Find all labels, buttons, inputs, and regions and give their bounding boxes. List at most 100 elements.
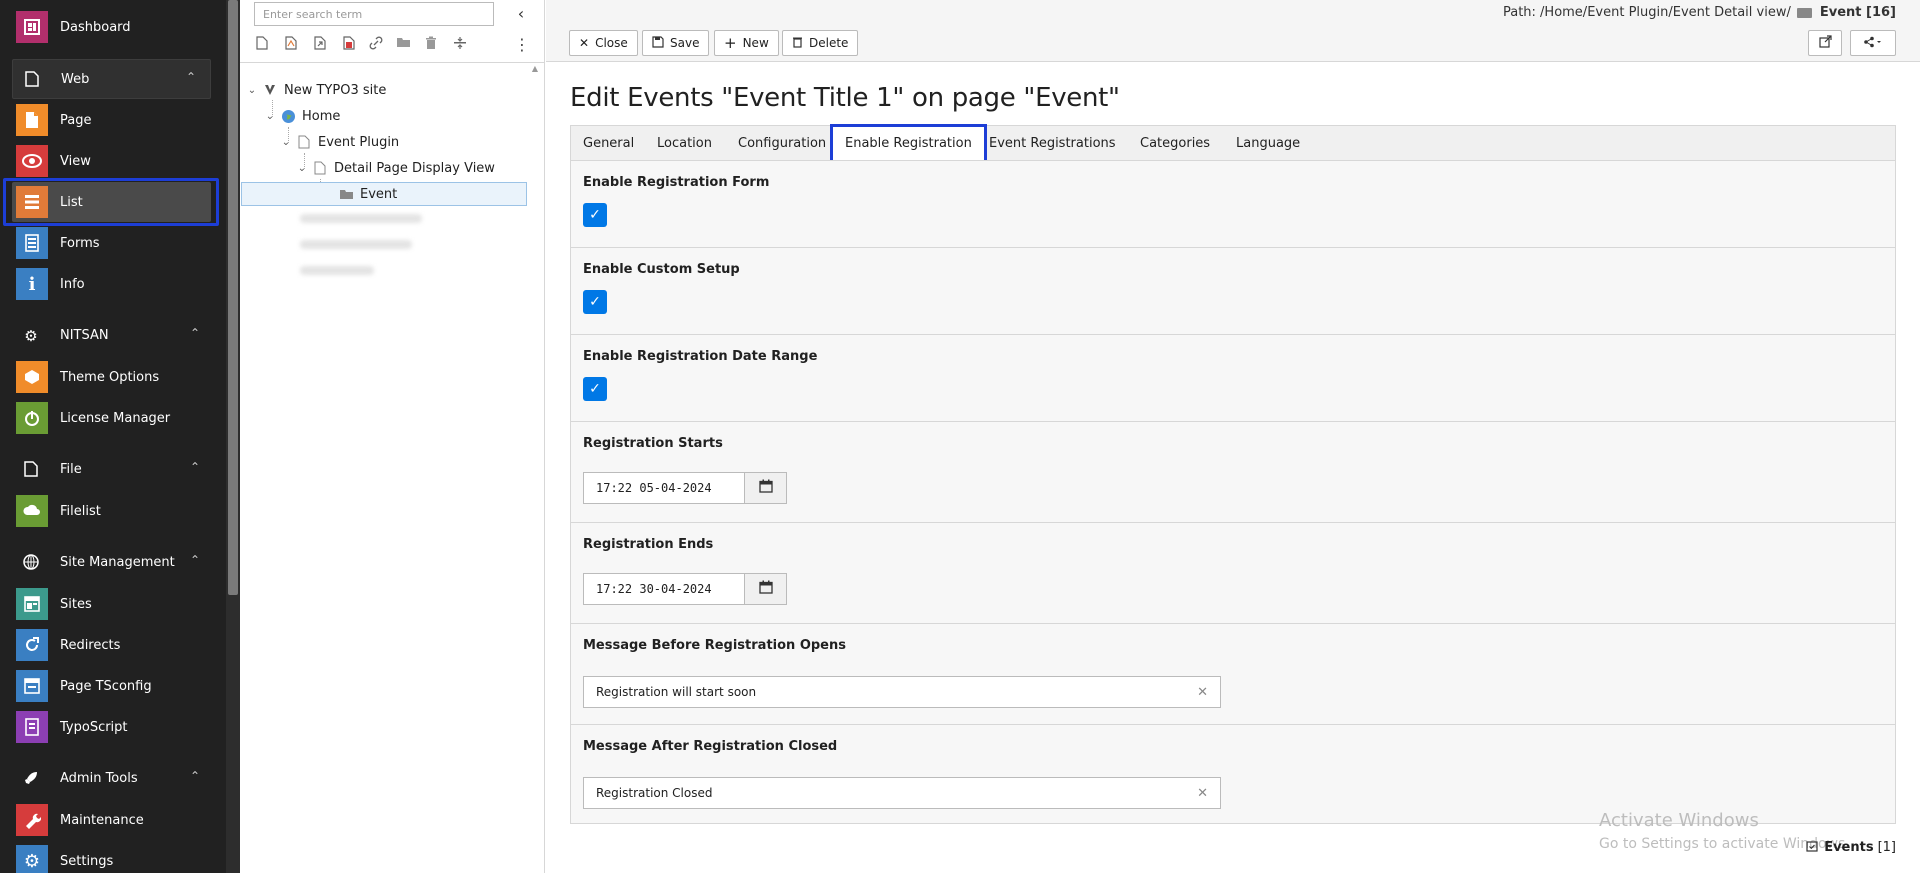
module-license-manager[interactable]: License Manager bbox=[0, 398, 226, 438]
module-forms[interactable]: Forms bbox=[0, 223, 226, 263]
divider-icon[interactable] bbox=[451, 36, 469, 54]
rocket-icon bbox=[22, 770, 40, 788]
registration-ends-datetime: 17:22 30-04-2024 bbox=[583, 573, 787, 605]
enable-registration-form-checkbox[interactable]: ✓ bbox=[583, 203, 607, 227]
registration-starts-input[interactable]: 17:22 05-04-2024 bbox=[583, 472, 745, 504]
module-info[interactable]: i Info bbox=[0, 264, 226, 304]
field-label: Enable Custom Setup bbox=[583, 262, 740, 277]
field-label: Registration Ends bbox=[583, 537, 714, 552]
chevron-down-icon[interactable]: ⌄ bbox=[246, 85, 258, 96]
chevron-up-icon: ⌃ bbox=[189, 553, 200, 567]
share-icon bbox=[1863, 36, 1883, 51]
module-typoscript[interactable]: TypoScript bbox=[0, 707, 226, 747]
module-label: Sites bbox=[60, 596, 92, 612]
chevron-up-icon: ⌃ bbox=[189, 769, 200, 783]
module-list[interactable]: List bbox=[12, 182, 211, 222]
share-button[interactable] bbox=[1850, 30, 1896, 56]
delete-button[interactable]: Delete bbox=[782, 30, 859, 56]
new-page-inside-icon[interactable] bbox=[282, 36, 300, 54]
module-theme-options[interactable]: Theme Options bbox=[0, 357, 226, 397]
close-button[interactable]: ✕ Close bbox=[569, 30, 638, 56]
new-button[interactable]: + New bbox=[714, 30, 779, 56]
check-icon: ✓ bbox=[589, 381, 601, 397]
save-button[interactable]: Save bbox=[642, 30, 710, 56]
tab-location[interactable]: Location bbox=[645, 126, 724, 162]
module-page[interactable]: Page bbox=[0, 100, 226, 140]
module-label: Page TSconfig bbox=[60, 678, 152, 694]
module-view[interactable]: View bbox=[0, 141, 226, 181]
clear-icon[interactable]: ✕ bbox=[1197, 786, 1208, 801]
module-settings[interactable]: ⚙ Settings bbox=[0, 841, 226, 873]
folder-icon bbox=[1796, 7, 1812, 18]
module-maintenance[interactable]: Maintenance bbox=[0, 800, 226, 840]
trash-icon[interactable] bbox=[422, 36, 440, 54]
enable-custom-setup-checkbox[interactable]: ✓ bbox=[583, 290, 607, 314]
plus-icon: + bbox=[724, 34, 737, 52]
module-menu-scrollbar[interactable] bbox=[226, 0, 240, 873]
list-icon bbox=[16, 186, 48, 218]
module-page-tsconfig[interactable]: Page TSconfig bbox=[0, 666, 226, 706]
new-backend-page-icon[interactable] bbox=[340, 36, 358, 54]
group-file[interactable]: File ⌃ bbox=[0, 450, 226, 490]
wrench-icon bbox=[16, 804, 48, 836]
main-content: Edit Events "Event Title 1" on page "Eve… bbox=[546, 63, 1920, 873]
tree-node-label: Event bbox=[360, 186, 398, 202]
group-site-management[interactable]: Site Management ⌃ bbox=[0, 543, 226, 583]
group-label: Admin Tools bbox=[60, 771, 138, 786]
group-admin-tools[interactable]: Admin Tools ⌃ bbox=[0, 759, 226, 799]
tab-language[interactable]: Language bbox=[1224, 126, 1312, 162]
calendar-button[interactable] bbox=[745, 472, 787, 504]
tree-node-root[interactable]: ⌄ New TYPO3 site bbox=[246, 78, 387, 102]
tree-node-detail-page[interactable]: ⌄ Detail Page Display View bbox=[296, 156, 495, 180]
field-registration-starts: Registration Starts 17:22 05-04-2024 bbox=[571, 422, 1895, 523]
module-label: Theme Options bbox=[60, 369, 160, 385]
calendar-button[interactable] bbox=[745, 573, 787, 605]
typo3-site-icon bbox=[262, 82, 278, 98]
message-before-input[interactable]: Registration will start soon ✕ bbox=[583, 676, 1221, 708]
enable-date-range-checkbox[interactable]: ✓ bbox=[583, 377, 607, 401]
more-vertical-icon[interactable]: ⋮ bbox=[513, 36, 531, 54]
module-filelist[interactable]: Filelist bbox=[0, 491, 226, 531]
open-new-window-button[interactable] bbox=[1808, 30, 1842, 56]
globe-page-icon bbox=[280, 108, 296, 124]
module-dashboard[interactable]: Dashboard bbox=[0, 7, 226, 47]
footer-events-count[interactable]: Events [1] bbox=[1806, 840, 1896, 855]
gear-icon: ⚙ bbox=[24, 327, 38, 345]
tab-enable-registration[interactable]: Enable Registration bbox=[830, 124, 987, 164]
chevron-down-icon[interactable]: ⌄ bbox=[264, 111, 276, 122]
tree-scroll-up-icon[interactable]: ▲ bbox=[530, 64, 540, 76]
tsconfig-icon bbox=[16, 670, 48, 702]
registration-ends-input[interactable]: 17:22 30-04-2024 bbox=[583, 573, 745, 605]
tree-node-event[interactable]: Event bbox=[241, 182, 527, 206]
check-icon: ✓ bbox=[589, 207, 601, 223]
chevron-down-icon[interactable]: ⌄ bbox=[296, 163, 308, 174]
folder-icon[interactable] bbox=[394, 36, 412, 54]
new-shortcut-icon[interactable] bbox=[311, 36, 329, 54]
new-page-icon[interactable] bbox=[253, 36, 271, 54]
tab-categories[interactable]: Categories bbox=[1128, 126, 1222, 162]
chevron-up-icon: ⌃ bbox=[185, 70, 196, 84]
chevron-up-icon: ⌃ bbox=[189, 326, 200, 340]
info-icon: i bbox=[16, 268, 48, 300]
chevron-down-icon[interactable]: ⌄ bbox=[280, 137, 292, 148]
group-label: NITSAN bbox=[60, 328, 109, 343]
tree-node-event-plugin[interactable]: ⌄ Event Plugin bbox=[280, 130, 399, 154]
tree-node-label: Home bbox=[302, 108, 341, 124]
collapse-tree-icon[interactable]: ‹ bbox=[512, 4, 530, 24]
tab-configuration[interactable]: Configuration bbox=[726, 126, 838, 162]
group-web[interactable]: Web ⌃ bbox=[12, 59, 211, 99]
theme-icon bbox=[16, 361, 48, 393]
tab-event-registrations[interactable]: Event Registrations bbox=[977, 126, 1128, 162]
scrollbar-thumb[interactable] bbox=[228, 0, 238, 595]
group-nitsan[interactable]: ⚙ NITSAN ⌃ bbox=[0, 316, 226, 356]
tab-general[interactable]: General bbox=[571, 126, 646, 162]
link-icon[interactable] bbox=[367, 36, 385, 54]
tree-search-input[interactable] bbox=[254, 2, 494, 26]
message-after-input[interactable]: Registration Closed ✕ bbox=[583, 777, 1221, 809]
clear-icon[interactable]: ✕ bbox=[1197, 685, 1208, 700]
module-redirects[interactable]: Redirects bbox=[0, 625, 226, 665]
module-sites[interactable]: Sites bbox=[0, 584, 226, 624]
activate-windows-title: Activate Windows bbox=[1599, 810, 1759, 831]
tree-node-home[interactable]: ⌄ Home bbox=[264, 104, 341, 128]
dashboard-icon bbox=[16, 11, 48, 43]
